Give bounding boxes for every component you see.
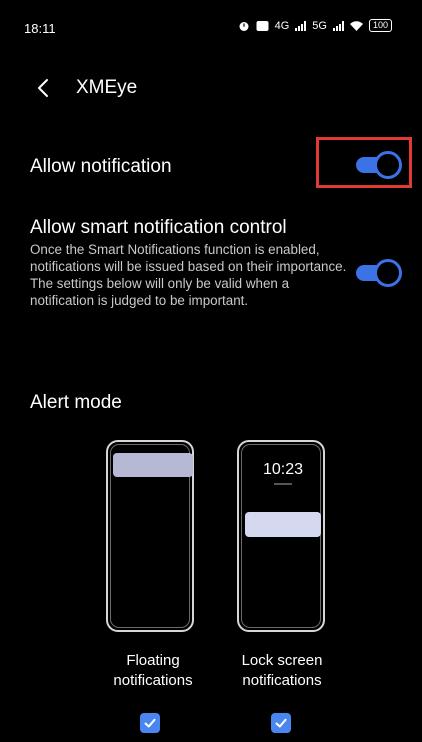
- smart-notification-toggle[interactable]: [356, 259, 402, 287]
- floating-notifications-preview[interactable]: [106, 440, 194, 632]
- toggle-knob: [374, 259, 402, 287]
- status-bar: 18:11 4G 5G 100: [0, 0, 422, 52]
- battery-icon: 100: [368, 19, 392, 32]
- lock-screen-notifications-checkbox[interactable]: [271, 713, 291, 733]
- alert-mode-label: Alert mode: [30, 392, 122, 413]
- caption-line: notifications: [113, 672, 193, 689]
- lock-screen-divider: [274, 483, 292, 485]
- allow-notification-label: Allow notification: [30, 156, 172, 177]
- back-button[interactable]: [30, 74, 58, 102]
- chevron-left-icon: [38, 79, 48, 97]
- signal-icon: [332, 20, 344, 31]
- network-1-label: 4G: [274, 19, 290, 32]
- caption-line: Floating: [126, 652, 180, 669]
- caption-line: Lock screen: [241, 652, 323, 669]
- status-time: 18:11: [24, 21, 56, 36]
- smart-notification-label: Allow smart notification control: [30, 217, 287, 238]
- caption-line: notifications: [242, 672, 322, 689]
- checkmark-icon: [144, 718, 156, 728]
- lock-screen-notifications-preview[interactable]: 10:23: [237, 440, 325, 632]
- lock-screen-time: 10:23: [262, 461, 304, 478]
- status-icons: 4G 5G 100: [238, 19, 392, 32]
- wifi-icon: [349, 20, 363, 31]
- floating-notifications-checkbox[interactable]: [140, 713, 160, 733]
- floating-notifications-caption: Floating notifications: [88, 651, 218, 691]
- floating-banner: [113, 453, 193, 477]
- network-2-label: 5G: [312, 19, 327, 32]
- lock-screen-banner: [245, 512, 321, 537]
- lock-screen-notifications-caption: Lock screen notifications: [217, 651, 347, 691]
- notification-icon: [256, 20, 269, 32]
- checkmark-icon: [275, 718, 287, 728]
- app-header: XMEye: [0, 66, 422, 110]
- alarm-icon: [238, 20, 250, 32]
- signal-icon: [295, 20, 307, 31]
- highlight-box: [316, 137, 412, 188]
- page-title: XMEye: [76, 77, 138, 98]
- smart-notification-description: Once the Smart Notifications function is…: [30, 242, 347, 308]
